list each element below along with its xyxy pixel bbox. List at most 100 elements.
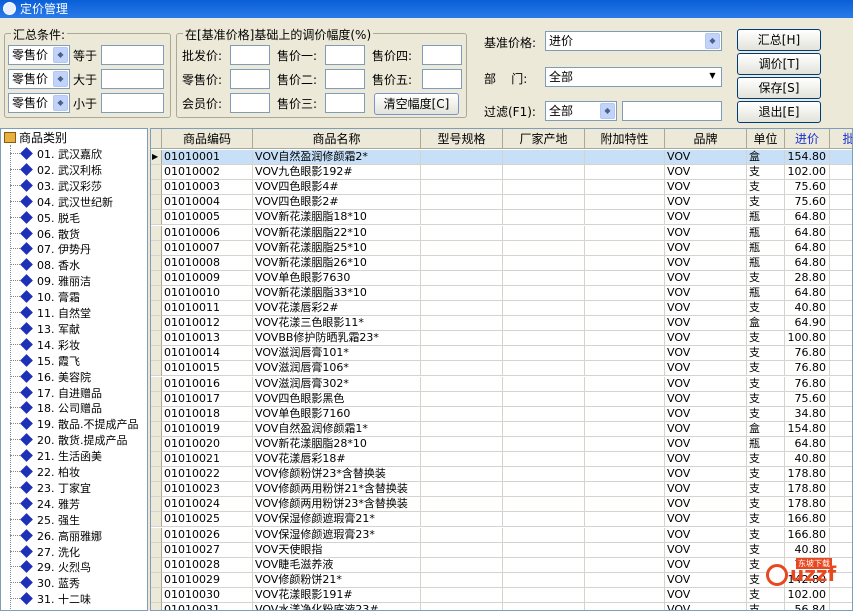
cell-brand[interactable]: VOV (665, 361, 747, 377)
cell-cost-price[interactable]: 64.80 (785, 240, 830, 256)
table-row[interactable]: 01010025 VOV保湿修颜遮瑕膏21* VOV 支 166.80 (151, 512, 852, 528)
summary-field-select-3[interactable]: 零售价 ◆ (8, 93, 70, 113)
cell-cost-price[interactable]: 178.80 (785, 497, 830, 513)
exit-button[interactable]: 退出[E] (737, 101, 821, 123)
cell-code[interactable]: 01010030 (162, 587, 253, 603)
cell-unit[interactable]: 支 (747, 391, 785, 407)
cell-unit[interactable]: 支 (747, 361, 785, 377)
cell-feature[interactable] (585, 557, 665, 573)
cell-brand[interactable]: VOV (665, 557, 747, 573)
cell-feature[interactable] (585, 285, 665, 301)
cell-wholesale[interactable] (830, 256, 852, 271)
cell-wholesale[interactable] (830, 437, 852, 452)
tree-item[interactable]: 18. 公司赠品 (10, 401, 102, 416)
cell-unit[interactable]: 瓶 (747, 210, 785, 226)
tree-item[interactable]: 14. 彩妆 (10, 337, 80, 353)
cell-unit[interactable]: 支 (747, 301, 785, 316)
cell-name[interactable]: VOV新花漾胭脂25*10 (253, 240, 421, 256)
tree-item[interactable]: 06. 散货 (10, 226, 80, 242)
cell-brand[interactable]: VOV (665, 225, 747, 241)
cell-wholesale[interactable] (830, 286, 852, 301)
cell-spec[interactable] (421, 195, 503, 211)
cell-origin[interactable] (503, 301, 585, 316)
summary-field-select-2[interactable]: 零售价 ◆ (8, 69, 70, 89)
cell-feature[interactable] (585, 301, 665, 316)
cell-name[interactable]: VOV滋润唇膏106* (253, 361, 421, 377)
dept-select[interactable]: 全部 ▼ (545, 67, 722, 87)
header-unit[interactable]: 单位 (747, 129, 785, 149)
cell-name[interactable]: VOV花漾唇彩2# (253, 301, 421, 316)
cell-cost-price[interactable]: 166.80 (785, 527, 830, 543)
tree-item[interactable]: 20. 散货.提成产品 (10, 433, 128, 448)
cell-feature[interactable] (585, 406, 665, 422)
cell-brand[interactable]: VOV (665, 195, 747, 211)
cell-spec[interactable] (421, 331, 503, 347)
tree-item[interactable]: 26. 高丽雅娜 (10, 528, 102, 544)
cell-cost-price[interactable]: 64.80 (785, 255, 830, 271)
cell-feature[interactable] (585, 482, 665, 498)
cell-origin[interactable] (503, 572, 585, 588)
cell-wholesale[interactable] (830, 422, 852, 437)
cell-cost-price[interactable]: 76.80 (785, 376, 830, 392)
cell-brand[interactable]: VOV (665, 542, 747, 558)
cell-code[interactable]: 01010029 (162, 572, 253, 588)
cell-brand[interactable]: VOV (665, 527, 747, 543)
cell-feature[interactable] (585, 210, 665, 226)
summary-button[interactable]: 汇总[H] (737, 29, 821, 51)
cell-brand[interactable]: VOV (665, 452, 747, 467)
cell-code[interactable]: 01010026 (162, 527, 253, 543)
cell-cost-price[interactable]: 75.60 (785, 391, 830, 407)
cell-spec[interactable] (421, 361, 503, 377)
cell-unit[interactable]: 瓶 (747, 285, 785, 301)
tree-item[interactable]: 19. 散品.不提成产品 (10, 417, 139, 432)
cell-cost-price[interactable]: 178.80 (785, 467, 830, 483)
cell-name[interactable]: VOV修颜两用粉饼21*含替换装 (253, 482, 421, 498)
cell-wholesale[interactable] (830, 271, 852, 286)
tree-item[interactable]: 08. 香水 (10, 258, 80, 273)
tree-item[interactable]: 24. 雅芳 (10, 496, 80, 512)
cell-code[interactable]: 01010022 (162, 467, 253, 483)
cell-feature[interactable] (585, 421, 665, 437)
tree-item[interactable]: 10. 膏霜 (10, 290, 80, 305)
tree-item[interactable]: 16. 美容院 (10, 369, 91, 385)
cell-wholesale[interactable] (830, 301, 852, 316)
cell-feature[interactable] (585, 436, 665, 452)
cell-wholesale[interactable] (830, 528, 852, 543)
cell-code[interactable]: 01010027 (162, 542, 253, 558)
cell-feature[interactable] (585, 240, 665, 256)
cell-code[interactable]: 01010024 (162, 497, 253, 513)
cell-wholesale[interactable] (830, 452, 852, 467)
cell-code[interactable]: 01010028 (162, 557, 253, 573)
cell-spec[interactable] (421, 346, 503, 362)
cell-origin[interactable] (503, 316, 585, 332)
cell-wholesale[interactable] (830, 497, 852, 513)
tree-item[interactable]: 17. 自进赠品 (10, 385, 102, 401)
tree-item[interactable]: 31. 十二味 (10, 592, 91, 607)
cell-unit[interactable]: 支 (747, 497, 785, 513)
cell-name[interactable]: VOV修颜粉饼23*含替换装 (253, 467, 421, 483)
cell-code[interactable]: 01010013 (162, 331, 253, 347)
cell-name[interactable]: VOV花漾眼影191# (253, 587, 421, 603)
cell-spec[interactable] (421, 406, 503, 422)
tree-item[interactable]: 13. 军献 (10, 322, 80, 337)
cell-unit[interactable]: 支 (747, 482, 785, 498)
cell-origin[interactable] (503, 542, 585, 558)
cell-brand[interactable]: VOV (665, 512, 747, 528)
cell-unit[interactable]: 支 (747, 527, 785, 543)
cell-spec[interactable] (421, 255, 503, 271)
cell-spec[interactable] (421, 376, 503, 392)
cell-code[interactable]: 01010025 (162, 512, 253, 528)
cell-brand[interactable]: VOV (665, 150, 747, 165)
cell-code[interactable]: 01010010 (162, 285, 253, 301)
cell-origin[interactable] (503, 346, 585, 362)
cell-unit[interactable]: 瓶 (747, 255, 785, 271)
table-row[interactable]: 01010012 VOV花漾三色眼影11* VOV 盒 64.90 (151, 316, 852, 332)
cell-name[interactable]: VOV花漾唇彩18# (253, 452, 421, 467)
table-row[interactable]: 01010016 VOV滋润唇膏302* VOV 支 76.80 (151, 376, 852, 392)
price5-input[interactable] (422, 69, 462, 89)
tree-item[interactable]: 04. 武汉世纪新 (10, 194, 113, 210)
table-row[interactable]: 01010023 VOV修颜两用粉饼21*含替换装 VOV 支 178.80 (151, 482, 852, 498)
cell-wholesale[interactable] (830, 150, 852, 165)
cell-origin[interactable] (503, 406, 585, 422)
cell-cost-price[interactable]: 76.80 (785, 346, 830, 362)
